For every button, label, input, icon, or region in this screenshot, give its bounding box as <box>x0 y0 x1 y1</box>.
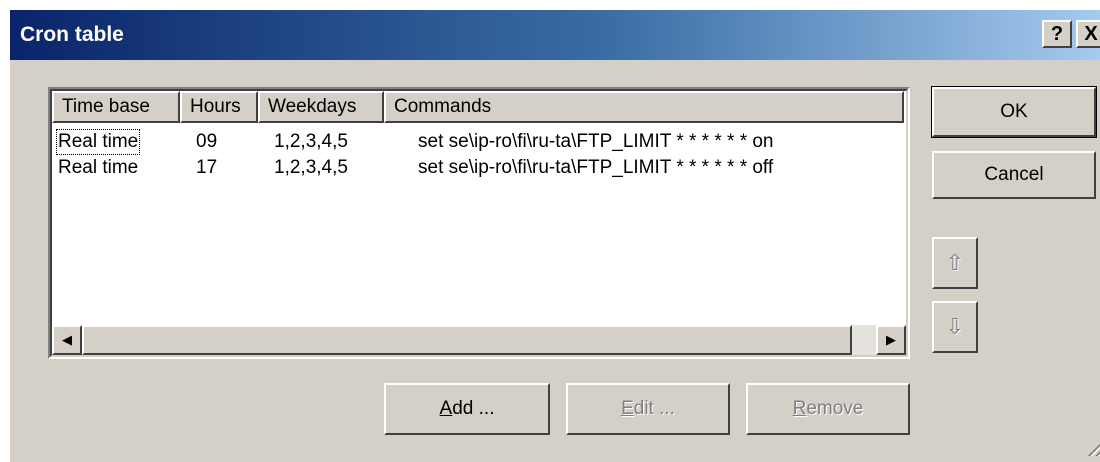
move-up-button[interactable]: ⇧ <box>932 237 978 289</box>
hours-cell: 09 <box>196 131 218 152</box>
ok-button[interactable]: OK <box>931 86 1097 138</box>
column-header-time-base[interactable]: Time base <box>52 91 180 123</box>
move-down-button[interactable]: ⇩ <box>932 301 978 353</box>
help-button[interactable]: ? <box>1042 20 1072 48</box>
remove-button[interactable]: Remove <box>746 383 910 435</box>
resize-grip[interactable] <box>1086 438 1100 456</box>
scroll-left-button[interactable]: ◀ <box>52 325 82 355</box>
window-title: Cron table <box>20 23 124 46</box>
left-arrow-icon: ◀ <box>62 332 72 347</box>
weekdays-cell: 1,2,3,4,5 <box>274 157 348 178</box>
arrow-down-icon: ⇩ <box>945 314 965 339</box>
remove-label: emove <box>806 398 864 419</box>
help-icon: ? <box>1050 23 1064 45</box>
column-header-weekdays[interactable]: Weekdays <box>258 91 384 123</box>
hours-cell: 17 <box>196 157 218 178</box>
list-header: Time base Hours Weekdays Commands <box>52 91 906 123</box>
column-header-commands[interactable]: Commands <box>384 91 904 123</box>
cron-table-dialog: Cron table ? X Time base Hours Weekdays … <box>8 8 1100 462</box>
command-cell: set se\ip-ro\fi\ru-ta\FTP_LIMIT * * * * … <box>418 157 774 178</box>
column-header-hours[interactable]: Hours <box>180 91 258 123</box>
close-button[interactable]: X <box>1076 20 1100 48</box>
edit-mnemonic: E <box>621 398 634 419</box>
scrollbar-thumb[interactable] <box>82 325 852 355</box>
cancel-button[interactable]: Cancel <box>932 151 1096 199</box>
add-label: dd ... <box>452 398 495 419</box>
command-cell: set se\ip-ro\fi\ru-ta\FTP_LIMIT * * * * … <box>418 131 774 152</box>
add-button[interactable]: Add ... <box>384 383 550 435</box>
title-bar[interactable]: Cron table ? X <box>10 10 1100 60</box>
arrow-up-icon: ⇧ <box>945 250 965 275</box>
weekdays-cell: 1,2,3,4,5 <box>274 131 348 152</box>
table-row[interactable]: Real time 17 1,2,3,4,5 set se\ip-ro\fi\r… <box>52 155 906 181</box>
time-base-cell: Real time <box>58 157 139 178</box>
edit-label: dit ... <box>633 398 675 419</box>
table-row[interactable]: Real time 09 1,2,3,4,5 set se\ip-ro\fi\r… <box>52 129 906 155</box>
horizontal-scrollbar[interactable]: ◀ ▶ <box>52 325 906 355</box>
scroll-right-button[interactable]: ▶ <box>876 325 906 355</box>
remove-mnemonic: R <box>792 398 807 419</box>
edit-button[interactable]: Edit ... <box>566 383 730 435</box>
close-icon: X <box>1084 23 1098 45</box>
time-base-cell: Real time <box>56 129 141 155</box>
add-mnemonic: A <box>439 398 453 419</box>
cron-list[interactable]: Time base Hours Weekdays Commands Real t… <box>48 87 910 359</box>
right-arrow-icon: ▶ <box>886 332 896 347</box>
